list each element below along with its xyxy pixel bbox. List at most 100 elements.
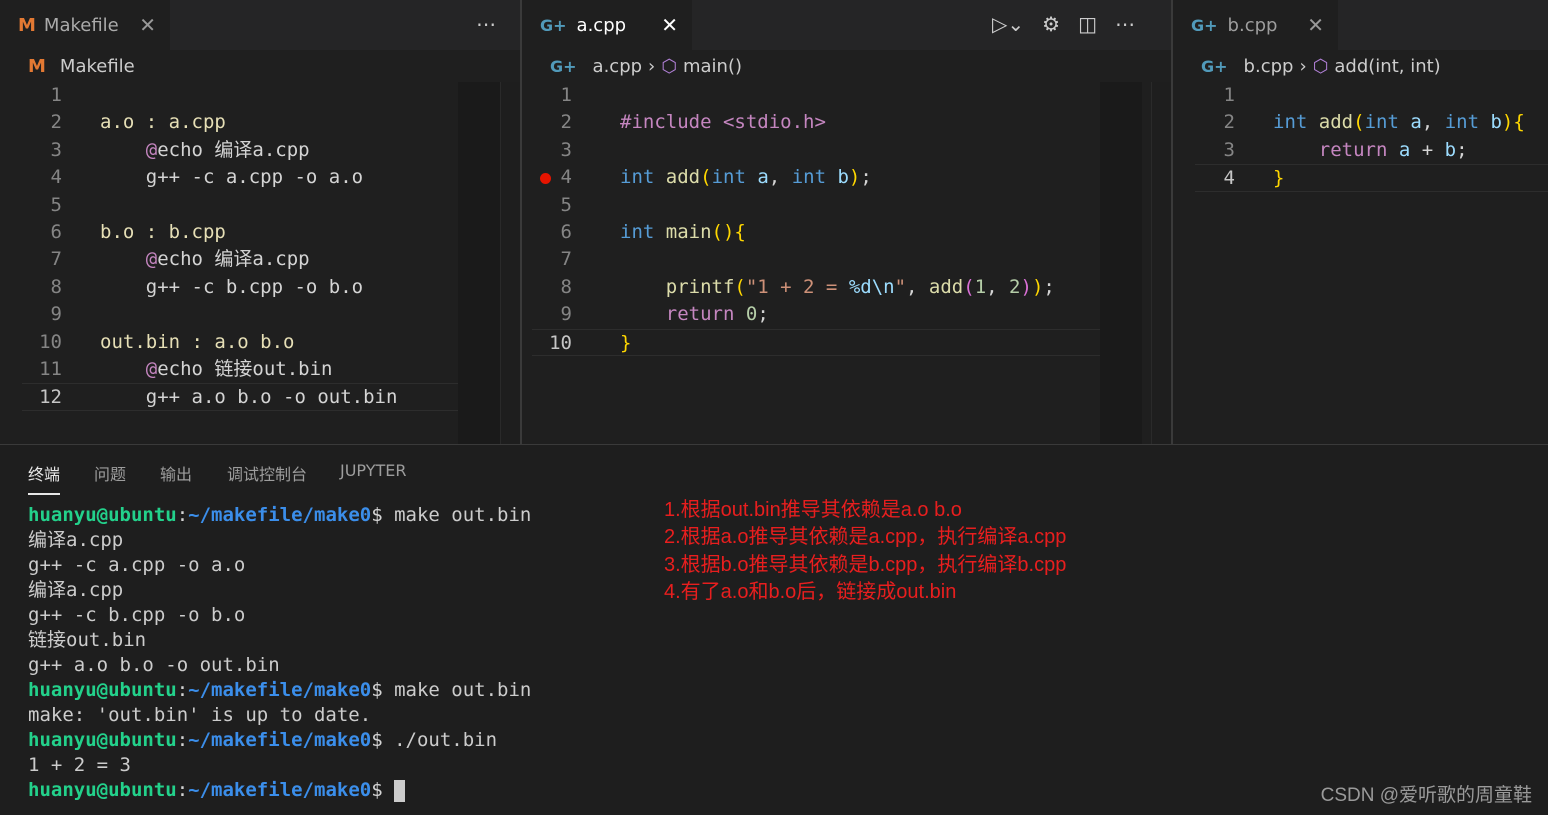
code-line[interactable]: 10 out.bin : a.o b.o: [22, 329, 458, 356]
code-line[interactable]: 5: [532, 192, 1100, 219]
code-token: ;: [1456, 138, 1468, 161]
code-editor[interactable]: 1 2 int add(int a, int b){3 return a + b; 4…: [1195, 82, 1548, 192]
code-line[interactable]: 1: [1195, 82, 1548, 109]
code-token: main: [665, 220, 712, 243]
tab-makefile[interactable]: M Makefile ✕: [0, 0, 170, 50]
code-line[interactable]: 9 return 0;: [532, 301, 1100, 328]
code-line[interactable]: 12 g++ a.o b.o -o out.bin: [22, 383, 458, 411]
line-number: 1: [1223, 84, 1235, 106]
code-line[interactable]: 3 @echo 编译a.cpp: [22, 137, 458, 164]
tab-problems[interactable]: 问题: [94, 461, 126, 485]
code-token: "1 + 2 =: [745, 275, 849, 298]
tab-a-cpp[interactable]: G+ a.cpp ✕: [522, 0, 692, 50]
terminal-text: g++ -c a.cpp -o a.o: [28, 554, 246, 576]
code-token: int: [1444, 111, 1480, 134]
code-text: @echo 编译a.cpp: [100, 137, 310, 164]
breadcrumb-symbol[interactable]: add(int, int): [1334, 56, 1440, 77]
terminal-line: huanyu@ubuntu:~/makefile/make0$: [28, 778, 531, 803]
code-line[interactable]: 11 @echo 链接out.bin: [22, 356, 458, 383]
code-token: ,: [768, 166, 792, 189]
code-token: return: [1318, 138, 1388, 161]
code-token: ,: [1421, 111, 1445, 134]
terminal[interactable]: huanyu@ubuntu:~/makefile/make0$ make out…: [28, 503, 531, 803]
breadcrumb-symbol[interactable]: main(): [683, 56, 742, 77]
terminal-line: huanyu@ubuntu:~/makefile/make0$ make out…: [28, 678, 531, 703]
code-line[interactable]: 7 @echo 编译a.cpp: [22, 246, 458, 273]
code-token: add: [665, 166, 701, 189]
line-number: 7: [50, 248, 62, 271]
scrollbar[interactable]: [500, 82, 520, 444]
code-token: (: [734, 275, 746, 298]
code-line[interactable]: 3: [532, 137, 1100, 164]
split-editor-icon[interactable]: ◫: [1078, 12, 1097, 36]
code-token: b: [1490, 111, 1502, 134]
code-token: #include <stdio.h>: [620, 111, 826, 134]
tab-jupyter[interactable]: JUPYTER: [340, 461, 407, 480]
code-editor[interactable]: 1 2 #include <stdio.h> 3 4 int add(int a, int…: [532, 82, 1100, 356]
code-line[interactable]: 6 int main(){: [532, 219, 1100, 246]
minimap[interactable]: [458, 82, 500, 444]
code-text: b.o : b.cpp: [100, 219, 226, 246]
code-line[interactable]: 2 #include <stdio.h>: [532, 109, 1100, 136]
code-line[interactable]: 8 g++ -c b.cpp -o b.o: [22, 274, 458, 301]
breadcrumb-file[interactable]: a.cpp: [593, 56, 643, 77]
line-number: 11: [39, 357, 62, 380]
annotation-line: 4.有了a.o和b.o后，链接成out.bin: [664, 581, 957, 604]
chevron-right-icon: ›: [648, 55, 656, 77]
code-line[interactable]: 1: [22, 82, 458, 109]
terminal-text: 编译a.cpp: [28, 579, 124, 601]
tab-b-cpp[interactable]: G+ b.cpp ✕: [1173, 0, 1338, 50]
run-debug-icon[interactable]: ▷⌄: [992, 12, 1024, 36]
line-number: 3: [560, 138, 572, 161]
code-line[interactable]: 8 printf("1 + 2 = %d\n", add(1, 2));: [532, 274, 1100, 301]
code-line[interactable]: 6 b.o : b.cpp: [22, 219, 458, 246]
code-line[interactable]: 1: [532, 82, 1100, 109]
breadcrumb-file[interactable]: Makefile: [60, 56, 135, 77]
code-text: a.o : a.cpp: [100, 109, 226, 136]
makefile-icon: M: [18, 14, 36, 36]
code-line[interactable]: 5: [22, 192, 458, 219]
terminal-prompt: ~/makefile/make0: [188, 729, 372, 751]
code-token: @: [145, 248, 158, 271]
more-actions-icon[interactable]: ⋯: [1115, 12, 1135, 36]
terminal-line: huanyu@ubuntu:~/makefile/make0$ make out…: [28, 503, 531, 528]
line-number: 5: [560, 193, 572, 216]
tab-terminal[interactable]: 终端: [28, 461, 61, 495]
gear-icon[interactable]: ⚙: [1042, 12, 1060, 36]
line-number: 1: [560, 84, 572, 106]
code-line[interactable]: 10}: [532, 328, 1100, 356]
minimap[interactable]: [1100, 82, 1142, 444]
breadcrumb-file[interactable]: b.cpp: [1244, 56, 1294, 77]
code-line[interactable]: 2 a.o : a.cpp: [22, 109, 458, 136]
bottom-panel: 终端 问题 输出 调试控制台 JUPYTER huanyu@ubuntu:~/m…: [0, 444, 1548, 815]
code-line[interactable]: 2 int add(int a, int b){: [1195, 109, 1548, 136]
more-actions-icon[interactable]: ⋯: [476, 12, 496, 36]
tab-output[interactable]: 输出: [160, 461, 192, 485]
tab-debug-console[interactable]: 调试控制台: [227, 461, 307, 485]
close-icon[interactable]: ✕: [139, 13, 156, 37]
code-line[interactable]: 3 return a + b;: [1195, 137, 1548, 164]
code-line[interactable]: 4 g++ -c a.cpp -o a.o: [22, 164, 458, 191]
code-token: int: [1364, 111, 1399, 134]
code-editor[interactable]: 1 2 a.o : a.cpp 3 @echo 编译a.cpp 4 g++ -c a.c…: [22, 82, 458, 411]
code-token: {: [1513, 111, 1525, 134]
code-token: @: [145, 138, 158, 161]
code-token: ;: [1043, 275, 1055, 298]
code-line[interactable]: 9: [22, 301, 458, 328]
close-icon[interactable]: ✕: [1307, 13, 1324, 37]
close-icon[interactable]: ✕: [661, 13, 678, 37]
breadcrumb: M Makefile: [28, 52, 135, 80]
chevron-right-icon: ›: [1299, 55, 1307, 77]
code-line[interactable]: 4}: [1195, 164, 1548, 192]
tab-bar: G+ b.cpp ✕: [1173, 0, 1548, 50]
code-token: b.o : b.cpp: [100, 220, 226, 243]
code-line[interactable]: 7: [532, 246, 1100, 273]
code-text: @echo 链接out.bin: [100, 356, 333, 383]
code-token: b: [1444, 138, 1457, 161]
code-line[interactable]: 4 int add(int a, int b);: [532, 164, 1100, 191]
terminal-prompt: :: [176, 504, 189, 526]
annotation-line: 2.根据a.o推导其依赖是a.cpp，执行编译a.cpp: [664, 526, 1067, 549]
scrollbar[interactable]: [1151, 82, 1171, 444]
